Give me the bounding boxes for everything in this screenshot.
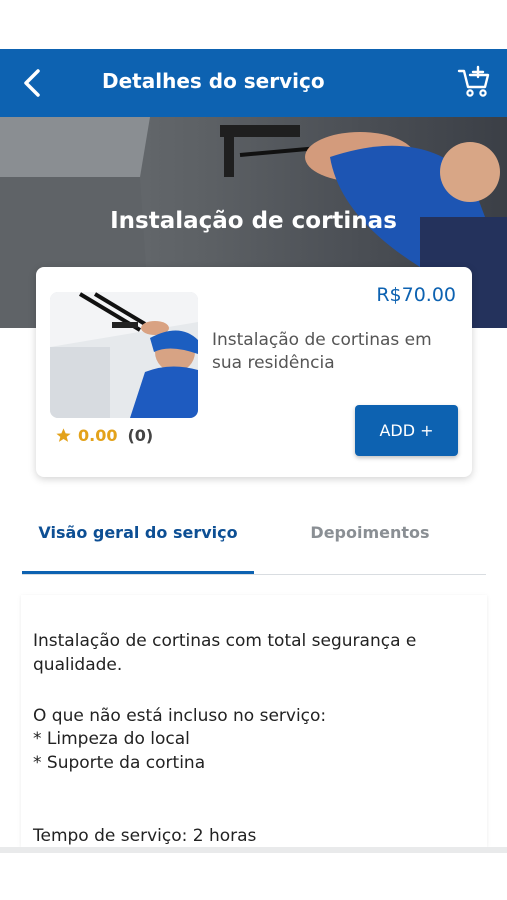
tab-overview[interactable]: Visão geral do serviço <box>22 505 254 574</box>
bottom-divider <box>0 847 507 853</box>
service-time: Tempo de serviço: 2 horas <box>33 826 257 846</box>
service-hero-title: Instalação de cortinas <box>110 208 397 234</box>
overview-text-line: Instalação de cortinas com total seguran… <box>33 631 417 651</box>
overview-content: Instalação de cortinas com total seguran… <box>21 595 487 847</box>
cart-add-icon[interactable] <box>457 65 491 99</box>
service-description: Instalação de cortinas em sua residência <box>212 330 432 373</box>
star-icon <box>56 428 71 442</box>
not-included-title: O que não está incluso no serviço: <box>33 706 327 726</box>
service-price: R$70.00 <box>376 284 456 306</box>
tab-testimonials[interactable]: Depoimentos <box>254 505 486 574</box>
overview-text-line: qualidade. <box>33 655 123 675</box>
not-included-item: * Limpeza do local <box>33 729 190 749</box>
review-count: (0) <box>127 426 154 445</box>
add-to-cart-button[interactable]: ADD + <box>355 405 458 456</box>
page-title: Detalhes do serviço <box>102 69 325 93</box>
back-arrow-icon[interactable] <box>18 67 48 99</box>
status-bar-area <box>0 0 507 49</box>
not-included-item: * Suporte da cortina <box>33 753 206 773</box>
service-thumbnail <box>50 292 198 418</box>
tab-bar: Visão geral do serviço Depoimentos <box>22 505 486 575</box>
service-rating: 0.00 (0) <box>55 426 153 445</box>
rating-score: 0.00 <box>78 426 118 445</box>
service-card: R$70.00 Instalação de cortinas em sua re… <box>36 267 472 477</box>
app-bar: Detalhes do serviço <box>0 49 507 117</box>
